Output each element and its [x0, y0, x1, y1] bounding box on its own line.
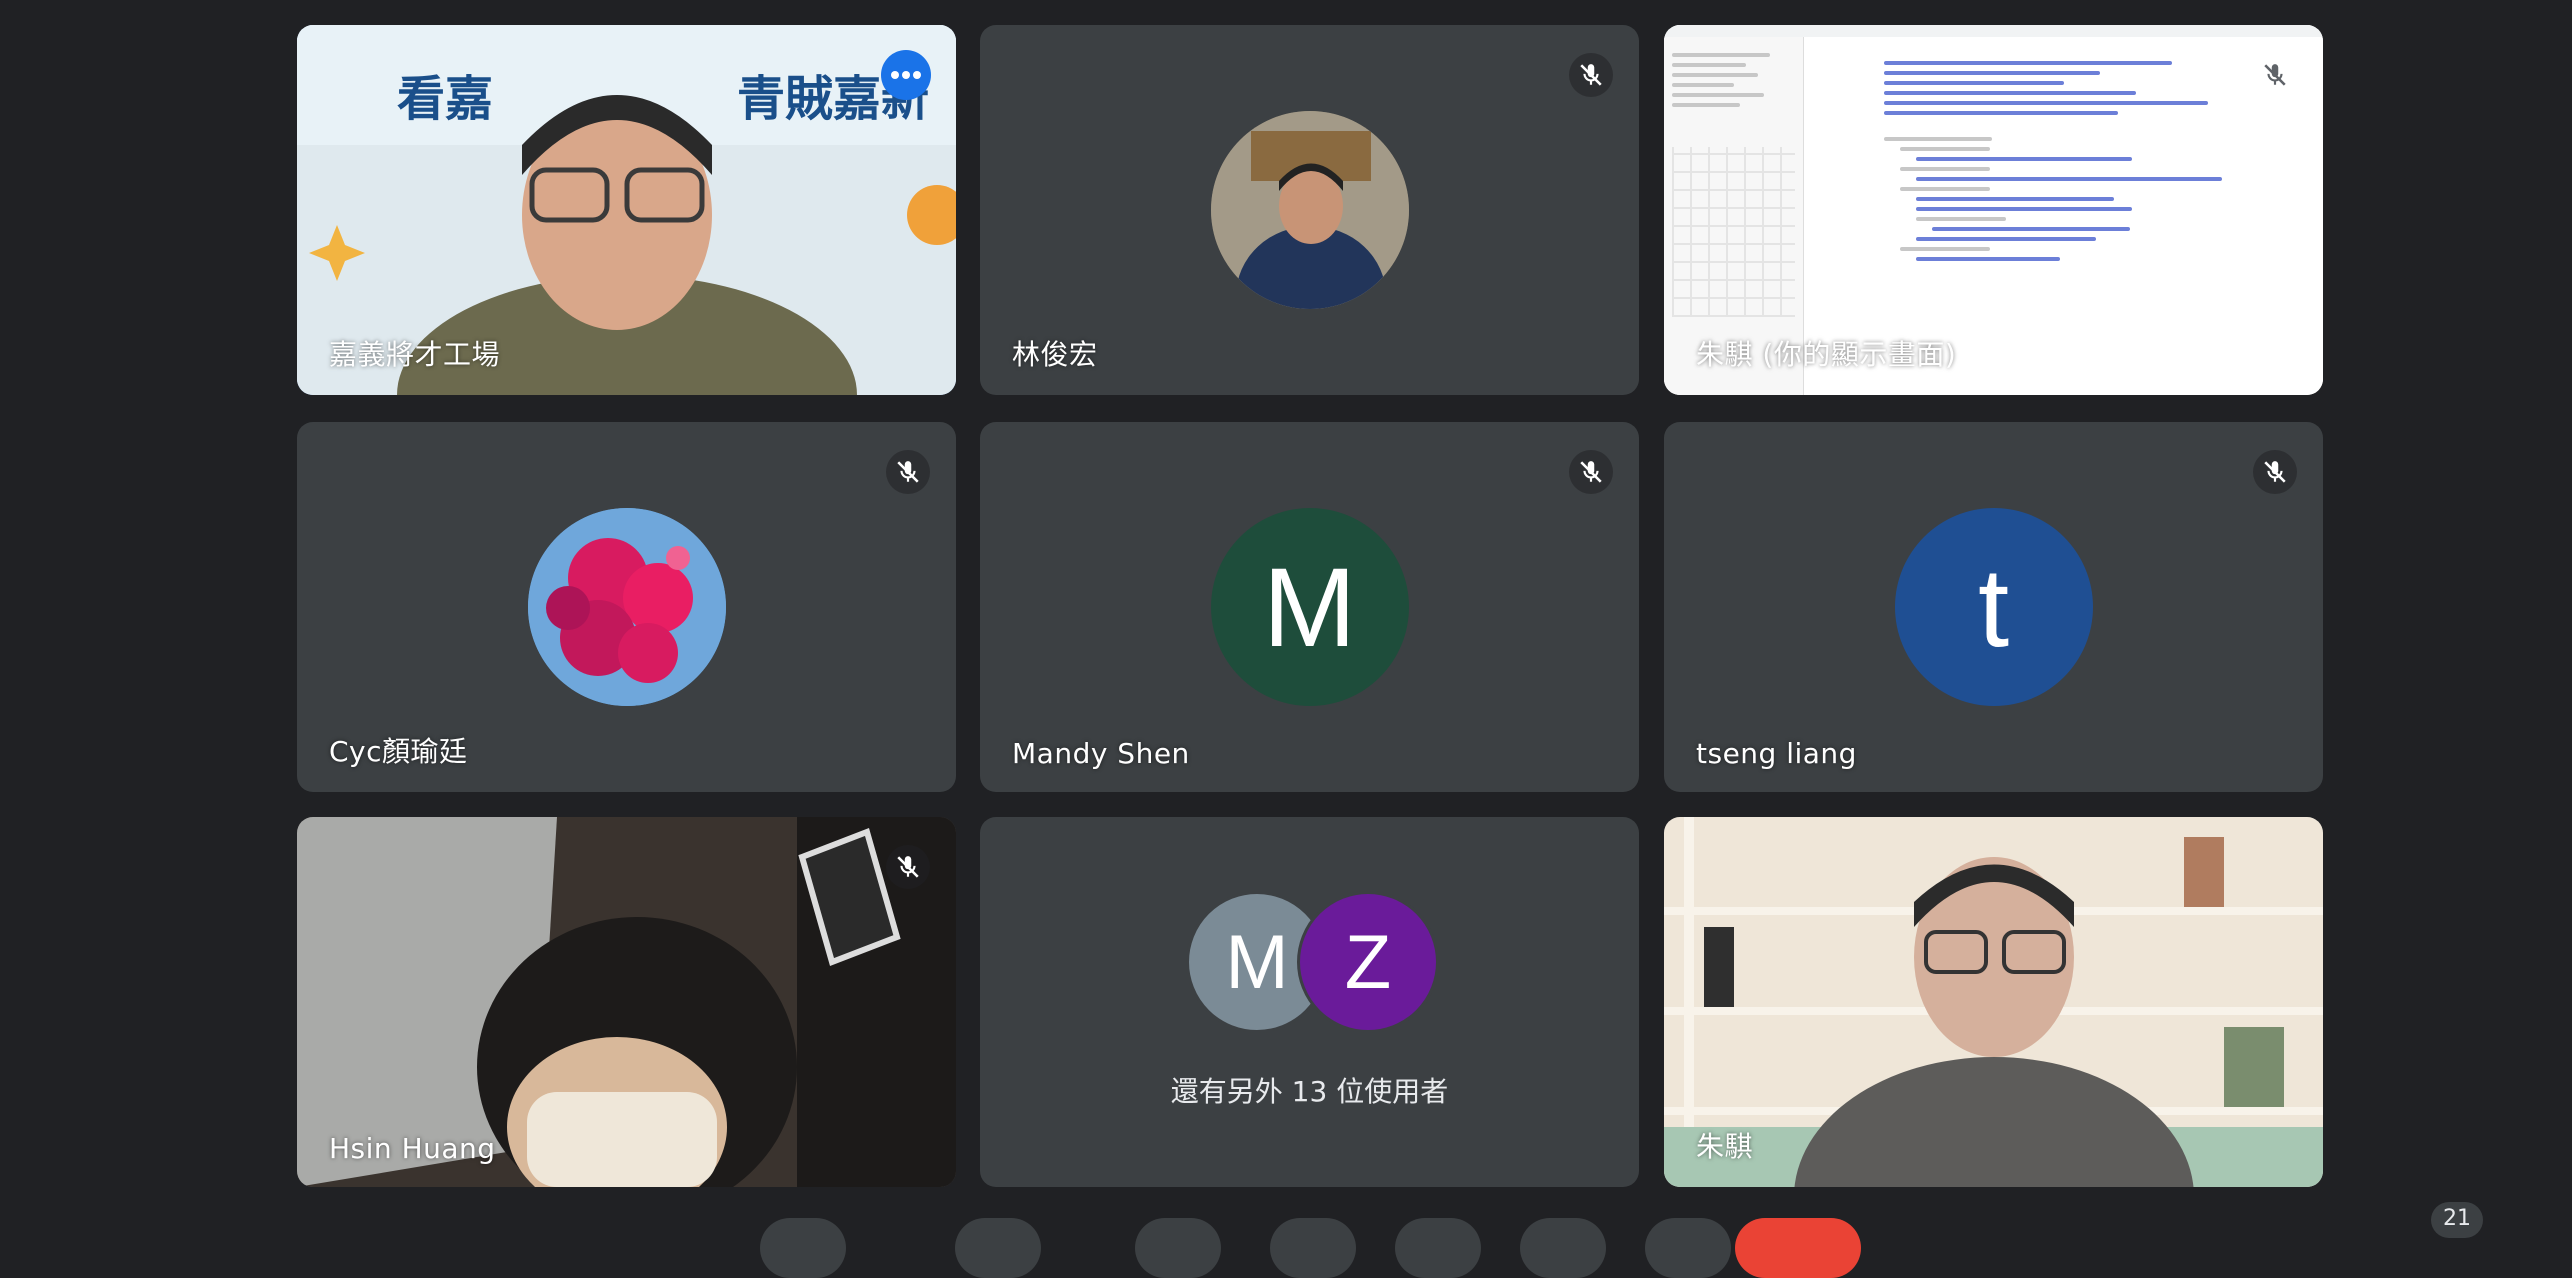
participant-tile-6[interactable]: t tseng liang — [1664, 422, 2323, 792]
participant-tile-3[interactable]: 朱騏 (你的顯示畫面) — [1664, 25, 2323, 395]
mic-off-indicator — [1569, 450, 1613, 494]
svg-text:看嘉: 看嘉 — [397, 71, 493, 127]
participant-photo — [1210, 111, 1409, 309]
photo-image — [1210, 111, 1409, 309]
others-count-label: 還有另外 13 位使用者 — [1170, 1075, 1449, 1108]
more-actions-button[interactable] — [1645, 1218, 1731, 1278]
participant-name: 林俊宏 — [1012, 338, 1098, 371]
mic-off-icon — [2264, 461, 2286, 483]
participant-tile-9[interactable]: 朱騏 — [1664, 817, 2323, 1187]
mic-off-icon — [2264, 64, 2286, 86]
participant-name: Cyc顏瑜廷 — [329, 735, 468, 768]
present-button[interactable] — [1395, 1218, 1481, 1278]
participant-tile-5[interactable]: M Mandy Shen — [980, 422, 1639, 792]
participant-name: Hsin Huang — [329, 1132, 496, 1165]
participant-tile-4[interactable]: Cyc顏瑜廷 — [297, 422, 956, 792]
mic-off-indicator — [886, 450, 930, 494]
participant-avatar: t — [1894, 508, 2093, 706]
mic-off-indicator — [2253, 450, 2297, 494]
mic-off-icon — [1580, 461, 1602, 483]
mic-off-indicator — [2253, 53, 2297, 97]
participant-count-badge[interactable]: 21 — [2431, 1202, 2483, 1238]
captions-button[interactable] — [1135, 1218, 1221, 1278]
reactions-button[interactable] — [1270, 1218, 1356, 1278]
participant-avatar: M — [1210, 508, 1409, 706]
raise-hand-button[interactable] — [1520, 1218, 1606, 1278]
participant-photo — [527, 508, 726, 706]
photo-image — [527, 508, 726, 706]
microphone-button[interactable] — [760, 1218, 846, 1278]
participant-tile-7[interactable]: Hsin Huang — [297, 817, 956, 1187]
participant-tile-2[interactable]: 林俊宏 — [980, 25, 1639, 395]
others-avatar: Z — [1297, 891, 1439, 1033]
mic-off-indicator — [886, 845, 930, 889]
mic-off-icon — [897, 856, 919, 878]
others-tile[interactable]: M Z 還有另外 13 位使用者 — [980, 817, 1639, 1187]
participant-name: Mandy Shen — [1012, 737, 1190, 770]
end-call-button[interactable] — [1735, 1218, 1861, 1278]
participant-name: 朱騏 — [1696, 1130, 1754, 1163]
participant-video — [1664, 817, 2323, 1187]
participant-name: 朱騏 (你的顯示畫面) — [1696, 338, 1957, 371]
mic-off-icon — [1580, 64, 1602, 86]
more-options-button[interactable] — [881, 50, 931, 100]
participant-name: 嘉義將才工場 — [329, 338, 501, 371]
more-options-icon — [891, 71, 921, 79]
mic-off-icon — [897, 461, 919, 483]
camera-button[interactable] — [955, 1218, 1041, 1278]
mic-off-indicator — [1569, 53, 1613, 97]
participant-tile-1[interactable]: 看嘉 青賊嘉新 嘉義將才工場 — [297, 25, 956, 395]
participant-name: tseng liang — [1696, 737, 1857, 770]
